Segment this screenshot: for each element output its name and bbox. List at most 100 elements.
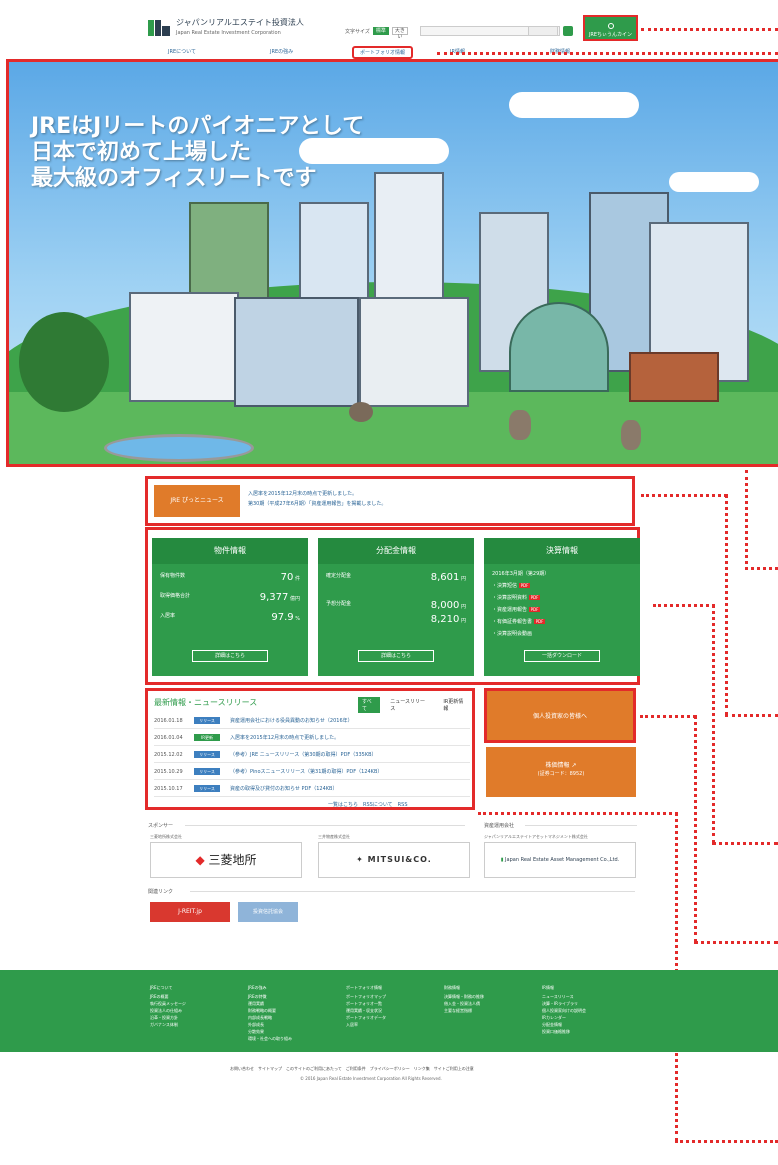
pdf-badge: PDF xyxy=(528,607,541,612)
jre-small-logo-icon: ▮ xyxy=(500,857,504,863)
site-logo[interactable]: ジャパンリアルエステイト投資法人 Japan Real Estate Inves… xyxy=(148,18,304,38)
footer-heading[interactable]: 財務情報 xyxy=(444,984,484,991)
footer-links[interactable]: 決算情報・財務の推移 借入金・投資法人債 主要な経営指標 xyxy=(444,994,484,1013)
property-detail-button[interactable]: 詳細はこちら xyxy=(192,650,268,662)
annotation-line xyxy=(641,494,727,497)
site-header: ジャパンリアルエステイト投資法人 Japan Real Estate Inves… xyxy=(0,0,778,60)
list-item[interactable]: 2015.12.02 リリース （参考）JRE ニュースリリース（第30期の取得… xyxy=(154,747,470,763)
pickup-news: JRE ぴっとニュース 入居率を2015年12月末の時点で更新しました。 第30… xyxy=(145,476,635,526)
annotation-line xyxy=(653,604,715,607)
hero-banner: JREはJリートのパイオニアとして 日本で初めて上場した 最大級のオフィスリート… xyxy=(6,59,778,467)
sponsors-heading: スポンサー xyxy=(148,823,174,829)
info-cards: 物件情報 保有物件数 70 件 取得価格合計 9,377 億円 入居率 97.9… xyxy=(145,527,640,685)
news-link[interactable]: 入居率を2015年12月末の時点で更新しました。 xyxy=(230,734,460,741)
annotation-line xyxy=(694,941,778,944)
mitsui-logo-icon: ✦ xyxy=(356,855,364,864)
footer-links[interactable]: JREの特徴 運用実績 財務戦略の概要 内部成長戦略 外部成長 分散効果 環境・… xyxy=(248,994,292,1041)
cloud-illustration xyxy=(509,92,639,118)
card-row-label: 入居率 xyxy=(160,613,176,619)
station-building-illustration xyxy=(629,352,719,402)
annotation-line xyxy=(640,715,696,718)
pdf-badge: PDF xyxy=(528,595,541,600)
results-link[interactable]: ・有価証券報告書 xyxy=(492,619,532,625)
annotation-line xyxy=(725,494,728,716)
list-item[interactable]: 2015.10.29 リリース （参考）Pinoスニュースリリース（第31期の取… xyxy=(154,764,470,780)
card-row-value: 97.9 xyxy=(271,612,294,623)
sponsor-caption: 三菱地所株式会社 xyxy=(150,834,182,839)
news-link[interactable]: 資産運用会社における役員異動のお知らせ（2016年） xyxy=(230,717,460,724)
list-item[interactable]: 2016.01.18 リリース 資産運用会社における役員異動のお知らせ（2016… xyxy=(154,713,470,729)
sponsor-mitsubishi-estate[interactable]: ◆ 三菱地所 xyxy=(150,842,302,878)
footer-links[interactable]: JREの概要 執行役員メッセージ 投資法人の仕組み 沿革・投資方針 ガバナンス体… xyxy=(150,994,186,1027)
sponsor-caption: ジャパンリアルエステイトアセットマネジメント株式会社 xyxy=(484,834,588,839)
card-row-value: 9,377 xyxy=(259,592,289,603)
footer-column: JREについて JREの概要 執行役員メッセージ 投資法人の仕組み 沿革・投資方針… xyxy=(150,984,186,1028)
news-link[interactable]: 資産の取得及び貸付のお知らせ PDF（124KB） xyxy=(230,785,460,792)
individual-investors-button[interactable]: 個人投資家の皆様へ xyxy=(484,688,636,743)
news-date: 2016.01.04 xyxy=(154,735,183,741)
news-link[interactable]: （参考）JRE ニュースリリース（第30期の取得）PDF（335KB） xyxy=(230,751,460,758)
related-links-heading: 関連リンク xyxy=(148,889,174,895)
footer-heading[interactable]: IR情報 xyxy=(542,984,586,991)
toshin-banner[interactable]: 投資信託協会 xyxy=(238,902,298,922)
nav-item-portfolio[interactable]: ポートフォリオ情報 xyxy=(352,46,414,59)
footer-column: JREの強み JREの特徴 運用実績 財務戦略の概要 内部成長戦略 外部成長 分散… xyxy=(248,984,292,1042)
financial-results-card: 決算情報 2016年3月期（第29期） ・決算短信 PDF ・決算説明資料 PD… xyxy=(484,538,640,676)
footer-links[interactable]: ニュースリリース 決算・IRライブラリ 個人投資家向けの説明会 IRカレンダー … xyxy=(542,994,586,1034)
font-size-large-button[interactable]: 大きい xyxy=(391,27,408,40)
card-title: 分配金情報 xyxy=(318,538,474,564)
card-row-value: 8,210 xyxy=(430,614,460,625)
pickup-link[interactable]: 入居率を2015年12月末の時点で更新しました。 xyxy=(248,489,386,499)
mitsubishi-diamonds-icon: ◆ xyxy=(195,853,205,867)
footer-column: IR情報ニュースリリース 決算・IRライブラリ 個人投資家向けの説明会 IRカレ… xyxy=(542,984,586,1035)
news-link[interactable]: （参考）Pinoスニュースリリース（第31期の取得）PDF（124KB） xyxy=(230,768,460,775)
pdf-badge: PDF xyxy=(533,619,546,624)
asset-manager-heading: 資産運用会社 xyxy=(484,823,515,829)
footer-heading[interactable]: ポートフォリオ情報 xyxy=(346,984,386,991)
dividend-detail-button[interactable]: 詳細はこちら xyxy=(358,650,434,662)
login-label: JREちぃうんカイン xyxy=(588,32,633,38)
footer-utility-links[interactable]: お問い合わせ サイトマップ このサイトのご利用にあたって ご利用条件 プライバシ… xyxy=(230,1066,474,1072)
hero-headline: JREはJリートのパイオニアとして 日本で初めて上場した 最大級のオフィスリート… xyxy=(31,114,365,191)
font-size-normal-button[interactable]: 標準 xyxy=(372,27,389,35)
annotation-line xyxy=(712,604,715,844)
asset-manager-jream[interactable]: ▮ Japan Real Estate Asset Management Co.… xyxy=(484,842,636,878)
tab-ir-update[interactable]: IR更新情報 xyxy=(439,697,472,713)
tab-news-release[interactable]: ニュースリリース xyxy=(386,697,433,713)
sponsor-name: MITSUI&CO. xyxy=(367,855,432,864)
card-row-unit: 円 xyxy=(460,618,466,624)
nav-item-strength[interactable]: JREの強み xyxy=(270,48,293,55)
results-link[interactable]: ・決算説明会動画 xyxy=(492,630,632,637)
annotation-line xyxy=(478,812,678,815)
search-button[interactable] xyxy=(528,26,558,36)
list-item[interactable]: 2016.01.04 IR更新 入居率を2015年12月末の時点で更新しました。 xyxy=(154,730,470,746)
results-link[interactable]: ・資産運用報告 xyxy=(492,607,527,613)
jreit-banner[interactable]: J-REIT.jp xyxy=(150,902,230,922)
nav-item-about[interactable]: JREについて xyxy=(168,48,196,55)
results-link[interactable]: ・決算説明資料 xyxy=(492,595,527,601)
results-link[interactable]: ・決算短信 xyxy=(492,583,517,589)
card-title: 物件情報 xyxy=(152,538,308,564)
sponsor-name: 三菱地所 xyxy=(208,853,257,867)
tab-all[interactable]: すべて xyxy=(358,697,381,713)
bulk-download-button[interactable]: 一括ダウンロード xyxy=(524,650,600,662)
news-title: 最新情報・ニュースリリース xyxy=(154,698,258,707)
footer-links[interactable]: ポートフォリオマップ ポートフォリオ一覧 運用実績・収支状況 ポートフォリオデー… xyxy=(346,994,386,1027)
list-item[interactable]: 2015.10.17 リリース 資産の取得及び貸付のお知らせ PDF（124KB… xyxy=(154,781,470,797)
card-row-label: 確定分配金 xyxy=(326,573,352,579)
news-date: 2016.01.18 xyxy=(154,718,183,724)
footer-heading[interactable]: JREについて xyxy=(150,984,186,991)
pickup-link[interactable]: 第30期（平成27年6月期）「資産運用報告」を掲載しました。 xyxy=(248,499,386,509)
property-info-card: 物件情報 保有物件数 70 件 取得価格合計 9,377 億円 入居率 97.9… xyxy=(152,538,308,676)
card-row-value: 8,601 xyxy=(430,572,460,583)
login-button[interactable]: JREちぃうんカイン xyxy=(583,15,638,41)
sponsor-mitsui[interactable]: ✦ MITSUI&CO. xyxy=(318,842,470,878)
divider xyxy=(190,891,635,892)
footer-heading[interactable]: JREの強み xyxy=(248,984,292,991)
news-more-links[interactable]: 一覧はこちら RSSについて RSS xyxy=(328,801,408,808)
news-badge: リリース xyxy=(194,717,220,724)
cloud-illustration xyxy=(669,172,759,192)
stock-price-button[interactable]: 株価情報 ↗ (証券コード：8952) xyxy=(486,747,636,797)
search-submit-icon[interactable] xyxy=(563,26,573,36)
building-illustration xyxy=(129,292,239,402)
